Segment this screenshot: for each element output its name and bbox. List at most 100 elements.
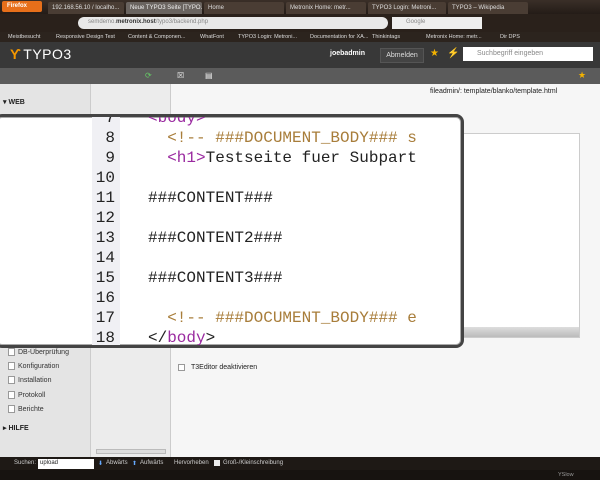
line-number: 8 <box>105 129 115 147</box>
horizontal-scrollbar[interactable] <box>96 449 166 454</box>
t3editor-label: T3Editor deaktivieren <box>191 364 258 371</box>
browser-tab-active[interactable]: Neue TYPO3 Seite [TYPO... <box>126 2 202 14</box>
logo-text: TYPO3 <box>23 46 72 62</box>
line-number: 18 <box>95 329 115 347</box>
code-token: <!-- ###DOCUMENT_BODY### s <box>148 129 417 147</box>
flash-icon[interactable]: ⚡ <box>447 48 459 59</box>
module-db-check[interactable]: DB-Überprüfung <box>8 348 69 356</box>
install-icon <box>8 376 15 384</box>
bookmark[interactable]: Documentation for XA... <box>310 34 368 40</box>
line-number: 13 <box>95 229 115 247</box>
firefox-menu-button[interactable]: Firefox <box>2 1 42 12</box>
code-line: ###CONTENT2### <box>148 229 282 247</box>
editor-statusbar <box>456 327 579 337</box>
line-number: 12 <box>95 209 115 227</box>
bookmark[interactable]: Meistbesucht <box>8 34 40 40</box>
code-token: ###CONTENT### <box>148 189 273 207</box>
line-number: 11 <box>95 189 115 207</box>
browser-tab[interactable]: Home <box>204 2 284 14</box>
t3editor-checkbox[interactable] <box>178 364 185 371</box>
line-number: 17 <box>95 309 115 327</box>
module-label: Installation <box>18 376 52 384</box>
line-number: 15 <box>95 269 115 287</box>
code-token: <body> <box>148 114 206 127</box>
code-line: ###CONTENT3### <box>148 269 282 287</box>
module-installation[interactable]: Installation <box>8 376 51 384</box>
module-label: Protokoll <box>18 391 46 399</box>
browser-tab[interactable]: TYPO3 Login: Metroni... <box>368 2 446 14</box>
arrow-down-icon[interactable]: ⬇ <box>98 460 103 467</box>
code-token: Testseite fuer Subpart <box>205 149 417 167</box>
code-line: <!-- ###DOCUMENT_BODY### e <box>148 309 417 327</box>
bookmarks-bar: Meistbesucht Responsive Design Test Cont… <box>0 32 600 42</box>
code-token: <!-- ###DOCUMENT_BODY### e <box>148 309 417 327</box>
code-token: ###CONTENT2### <box>148 229 283 247</box>
section-help[interactable]: ▸ HILFE <box>3 424 29 432</box>
save-icon[interactable]: ▤ <box>205 71 213 80</box>
bookmark[interactable]: WhatFont <box>200 34 224 40</box>
browser-tab[interactable]: 192.168.56.10 / localho... <box>48 2 124 14</box>
code-token: </ <box>148 329 168 347</box>
bookmark[interactable]: Content & Componen... <box>128 34 185 40</box>
browser-tab[interactable]: TYPO3 – Wikipedia <box>448 2 528 14</box>
code-token: body <box>167 329 206 347</box>
backend-search-input[interactable]: Suchbegriff eingeben <box>463 47 593 61</box>
reports-icon <box>8 405 15 413</box>
db-icon <box>8 348 15 356</box>
code-line: <h1>Testseite fuer Subpart <box>148 149 417 167</box>
code-line: ###CONTENT### <box>148 189 273 207</box>
module-label: Konfiguration <box>18 362 60 370</box>
browser-tab-bar: Firefox 192.168.56.10 / localho... Neue … <box>0 0 600 14</box>
module-configuration[interactable]: Konfiguration <box>8 362 59 370</box>
find-next-button[interactable]: Abwärts <box>106 460 128 466</box>
url-bar[interactable]: semdemo.metronix.host/typo3/backend.php <box>78 17 388 29</box>
bookmark[interactable]: Thinkintags <box>372 34 400 40</box>
url-host: metronix.host <box>116 19 156 25</box>
module-log[interactable]: Protokoll <box>8 391 45 399</box>
bookmark[interactable]: Dir DPS <box>500 34 520 40</box>
docheader-toolbar: ⟳ ☒ ▤ ★ <box>0 68 600 84</box>
url-path: /typo3/backend.php <box>155 19 209 25</box>
case-label: Groß-/Kleinschreibung <box>223 460 284 466</box>
code-line: <body> <box>148 114 206 127</box>
file-path: fileadmin/: template/blanko/template.htm… <box>430 88 558 95</box>
magnifier-overlay: 7 <body> 8 <!-- ###DOCUMENT_BODY### s 9 <h1… <box>0 114 464 348</box>
typo3-logo-icon: ϒ <box>10 46 22 62</box>
logout-button[interactable]: Abmelden <box>380 48 424 63</box>
line-number: 10 <box>95 169 115 187</box>
code-token: ###CONTENT3### <box>148 269 283 287</box>
highlight-button[interactable]: Hervorheben <box>174 460 209 466</box>
bookmark[interactable]: TYPO3 Login: Metroni... <box>238 34 297 40</box>
config-icon <box>8 362 15 370</box>
module-label: Berichte <box>18 405 44 413</box>
line-number: 14 <box>95 249 115 267</box>
find-prev-button[interactable]: Aufwärts <box>140 460 163 466</box>
typo3-logo[interactable]: ϒ TYPO3 <box>10 46 72 62</box>
case-checkbox[interactable] <box>214 460 220 466</box>
log-icon <box>8 391 15 399</box>
status-bar: YSlow <box>0 470 600 480</box>
code-editor[interactable] <box>455 133 580 338</box>
module-reports[interactable]: Berichte <box>8 405 44 413</box>
refresh-icon[interactable]: ⟳ <box>145 71 152 80</box>
module-label: DB-Überprüfung <box>18 348 69 356</box>
section-web[interactable]: ▾ WEB <box>3 98 25 106</box>
line-number: 9 <box>105 149 115 167</box>
yslow-label[interactable]: YSlow <box>558 472 574 478</box>
code-line: </body> <box>148 329 215 347</box>
find-input[interactable]: upload <box>38 459 94 469</box>
browser-search-box[interactable]: Google <box>392 17 482 29</box>
arrow-up-icon[interactable]: ⬆ <box>132 460 137 467</box>
find-label: Suchen: <box>14 460 37 466</box>
shortcut-star-icon[interactable]: ★ <box>578 70 586 81</box>
bookmark[interactable]: Metronix Home: metr... <box>426 34 482 40</box>
url-prefix: semdemo. <box>88 19 117 25</box>
user-name[interactable]: joebadmin <box>330 50 365 57</box>
line-number: 7 <box>105 114 115 127</box>
code-line: <!-- ###DOCUMENT_BODY### s <box>148 129 417 147</box>
line-number: 16 <box>95 289 115 307</box>
bookmark-star-icon[interactable]: ★ <box>430 48 439 59</box>
bookmark[interactable]: Responsive Design Test <box>56 34 115 40</box>
close-icon[interactable]: ☒ <box>177 71 184 80</box>
browser-tab[interactable]: Metronix Home: metr... <box>286 2 366 14</box>
